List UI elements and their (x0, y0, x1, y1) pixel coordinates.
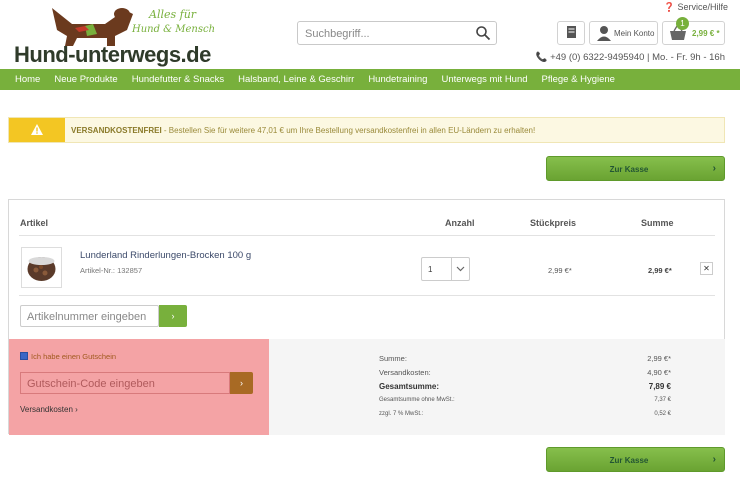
summary-value: 4,90 €* (647, 368, 671, 377)
cart-total: 2,99 € * (692, 29, 720, 38)
account-button[interactable]: Mein Konto (589, 21, 658, 45)
logo-text: Hund-unterwegs.de (14, 42, 211, 67)
shipping-costs-label: Versandkosten (20, 405, 73, 414)
voucher-checkbox-label[interactable]: Ich habe einen Gutschein (31, 352, 116, 361)
service-help-link[interactable]: ❓ Service/Hilfe (664, 2, 728, 13)
notice-text: - Bestellen Sie für weitere 47,01 € um I… (161, 126, 536, 135)
warning-icon (31, 124, 43, 135)
checkout-button-top[interactable]: Zur Kasse › (546, 156, 725, 181)
nav-item-unterwegs[interactable]: Unterwegs mit Hund (441, 74, 527, 85)
header-unit-price: Stückpreis (530, 218, 577, 228)
remove-item-button[interactable]: ✕ (700, 262, 713, 275)
unit-price: 2,99 €* (548, 266, 572, 275)
summary-label: Gesamtsumme: (379, 382, 440, 391)
summary-label: Summe: (379, 354, 407, 363)
checkout-button-bottom[interactable]: Zur Kasse › (546, 447, 725, 472)
product-number: Artikel-Nr.: 132857 (80, 266, 143, 275)
quantity-select[interactable]: 1 (421, 257, 470, 281)
cart-count-badge: 1 (676, 17, 689, 30)
user-icon (597, 26, 611, 41)
summary-value: 7,37 € (654, 397, 671, 403)
quantity-value: 1 (428, 265, 433, 274)
notepad-icon (567, 26, 576, 38)
header-sum: Summe (641, 218, 674, 228)
article-number-input[interactable]: Artikelnummer eingeben (20, 305, 159, 327)
search-placeholder: Suchbegriff... (305, 28, 370, 40)
phone-info: 📞 +49 (0) 6322-9495940 | Mo. - Fr. 9h - … (536, 52, 725, 63)
summary-label: Versandkosten: (379, 368, 431, 377)
phone-icon: 📞 (535, 52, 548, 63)
summary-value: 0,52 € (654, 411, 671, 417)
divider (19, 235, 715, 236)
voucher-submit-button[interactable]: › (230, 372, 253, 394)
chevron-down-icon (451, 258, 469, 280)
voucher-section: Ich habe einen Gutschein Gutschein-Code … (9, 339, 269, 435)
voucher-code-input[interactable]: Gutschein-Code eingeben (20, 372, 230, 394)
divider (19, 295, 715, 296)
order-summary: Summe: 2,99 €* Versandkosten: 4,90 €* Ge… (269, 339, 725, 435)
service-label: Service/Hilfe (677, 2, 728, 12)
notice-highlight: VERSANDKOSTENFREI (71, 126, 162, 135)
logo-tagline: Alles für (149, 8, 197, 21)
summary-value: 2,99 €* (647, 354, 671, 363)
checkout-label: Zur Kasse (609, 456, 649, 465)
shipping-costs-link[interactable]: Versandkosten › (20, 405, 78, 414)
summary-row-total: Gesamtsumme: 7,89 € (379, 382, 671, 391)
chevron-right-icon: › (712, 163, 716, 174)
header-article: Artikel (20, 218, 49, 228)
summary-row-subtotal: Summe: 2,99 €* (379, 354, 671, 363)
summary-row-net: Gesamtsumme ohne MwSt.: 7,37 € (379, 397, 671, 403)
search-input[interactable]: Suchbegriff... (297, 21, 497, 45)
voucher-code-placeholder: Gutschein-Code eingeben (27, 378, 155, 390)
help-icon: ❓ (663, 2, 675, 12)
main-nav: Home Neue Produkte Hundefutter & Snacks … (0, 69, 740, 90)
voucher-checkbox[interactable] (20, 352, 28, 360)
summary-value: 7,89 € (648, 382, 671, 391)
header-quantity: Anzahl (445, 218, 475, 228)
article-number-submit-button[interactable]: › (159, 305, 187, 327)
account-label: Mein Konto (614, 29, 655, 38)
article-number-placeholder: Artikelnummer eingeben (27, 311, 147, 323)
notice-message: VERSANDKOSTENFREI - Bestellen Sie für we… (71, 126, 535, 135)
search-icon[interactable] (475, 25, 491, 41)
chevron-right-icon: › (712, 454, 716, 465)
cart-table: Artikel Anzahl Stückpreis Summe Lunderla… (8, 199, 725, 435)
cart-button[interactable]: 1 2,99 € * (662, 17, 725, 45)
product-name[interactable]: Lunderland Rinderlungen-Brocken 100 g (80, 250, 251, 261)
summary-label: Gesamtsumme ohne MwSt.: (379, 397, 455, 403)
summary-row-vat: zzgl. 7 % MwSt.: 0,52 € (379, 411, 671, 417)
summary-row-shipping: Versandkosten: 4,90 €* (379, 368, 671, 377)
product-image[interactable] (21, 247, 62, 288)
phone-text: +49 (0) 6322-9495940 | Mo. - Fr. 9h - 16… (550, 52, 725, 63)
nav-item-home[interactable]: Home (15, 74, 40, 85)
nav-item-halsband[interactable]: Halsband, Leine & Geschirr (238, 74, 354, 85)
line-sum: 2,99 €* (648, 266, 672, 275)
nav-item-pflege[interactable]: Pflege & Hygiene (542, 74, 615, 85)
logo-tagline-2: Hund & Mensch (132, 24, 216, 35)
summary-label: zzgl. 7 % MwSt.: (379, 411, 424, 417)
checkout-label: Zur Kasse (609, 165, 649, 174)
warning-box (9, 118, 65, 142)
chevron-right-icon: › (171, 311, 175, 321)
nav-item-hundefutter[interactable]: Hundefutter & Snacks (132, 74, 224, 85)
notepad-button[interactable] (557, 21, 585, 45)
nav-item-hundetraining[interactable]: Hundetraining (368, 74, 427, 85)
shipping-notice: VERSANDKOSTENFREI - Bestellen Sie für we… (8, 117, 725, 143)
chevron-right-icon: › (240, 378, 243, 388)
nav-item-neue-produkte[interactable]: Neue Produkte (54, 74, 117, 85)
logo[interactable]: Alles für Hund & Mensch Hund-unterwegs.d… (12, 0, 216, 67)
product-jar-image (27, 257, 56, 281)
